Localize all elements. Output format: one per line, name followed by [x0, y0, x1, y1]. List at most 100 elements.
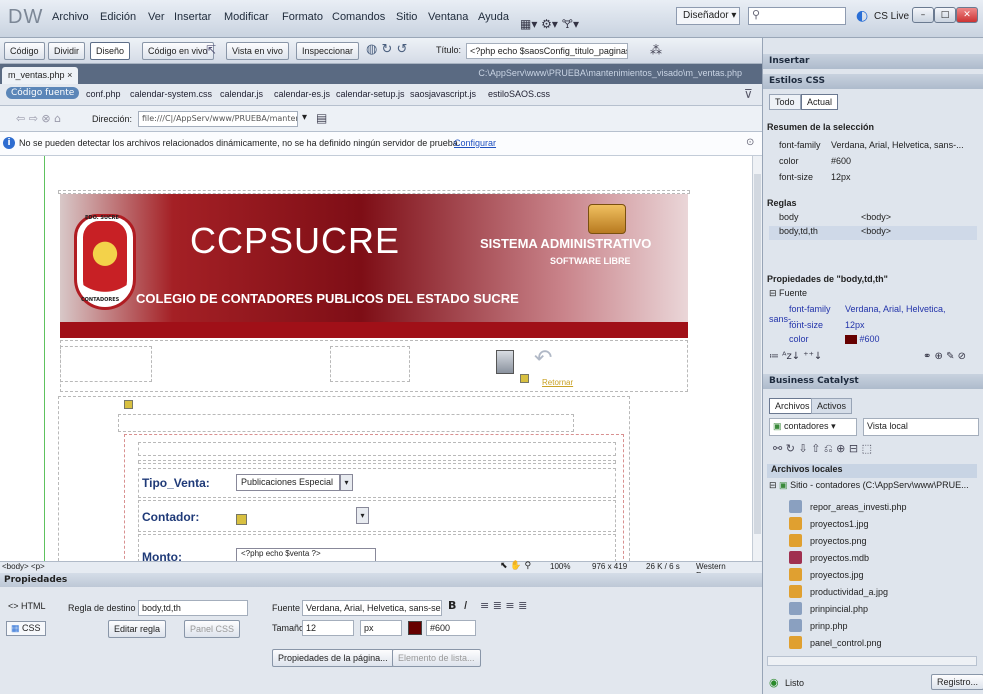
- html-mode-button[interactable]: <> HTML: [8, 601, 46, 611]
- horizontal-scrollbar[interactable]: [767, 656, 977, 666]
- menu-modificar[interactable]: Modificar: [224, 11, 269, 23]
- insert-panel-header[interactable]: Insertar: [763, 54, 983, 69]
- file-item[interactable]: proyectos.mdb: [789, 549, 869, 566]
- split-view-button[interactable]: Dividir: [48, 42, 86, 60]
- css-styles-header[interactable]: Estilos CSS: [763, 74, 983, 89]
- inspect-button[interactable]: Inspeccionar: [296, 42, 360, 60]
- css-panel-button[interactable]: Panel CSS: [184, 620, 241, 638]
- tab-current[interactable]: Actual: [801, 94, 839, 110]
- page-properties-button[interactable]: Propiedades de la página...: [272, 649, 394, 667]
- live-view-button[interactable]: Vista en vivo: [226, 42, 289, 60]
- address-input[interactable]: file:///C|/AppServ/www/PRUEBA/mantenimie…: [138, 111, 298, 127]
- filter-icon[interactable]: ⊽: [744, 87, 753, 101]
- design-view[interactable]: EDO. SUCRE CONTADORES CCPSUCRE COLEGIO D…: [0, 156, 752, 561]
- file-toolbar-icons[interactable]: ⚯ ↻ ⇩ ⇧ ⎌ ⊕ ⊟ ⬚: [773, 442, 872, 456]
- related-file[interactable]: calendar-es.js: [274, 89, 330, 99]
- close-tab-icon[interactable]: ×: [67, 70, 72, 80]
- chevron-down-icon[interactable]: ▾: [356, 507, 369, 524]
- summary-row[interactable]: font-size 12px: [769, 172, 977, 186]
- menu-ver[interactable]: Ver: [148, 11, 165, 23]
- browse-icon[interactable]: ▤: [316, 111, 327, 125]
- tab-files[interactable]: Archivos: [769, 398, 816, 414]
- related-file[interactable]: calendar.js: [220, 89, 263, 99]
- summary-row[interactable]: font-family Verdana, Arial, Helvetica, sa…: [769, 140, 977, 154]
- color-input[interactable]: #600: [426, 620, 476, 636]
- view-toggle-icons[interactable]: ≔ ᴬz↓ ⁺⁺↓: [769, 351, 822, 362]
- scroll-thumb[interactable]: [754, 174, 761, 534]
- italic-button[interactable]: I: [464, 599, 467, 612]
- file-item[interactable]: proyectos.png: [789, 532, 867, 549]
- menu-formato[interactable]: Formato: [282, 11, 323, 23]
- title-input[interactable]: <?php echo $saosConfig_titulo_paginas ?>: [466, 43, 628, 59]
- tipo-venta-select[interactable]: Publicaciones Especial: [236, 474, 340, 491]
- globe-icon[interactable]: ◍ ↻ ↺: [366, 42, 407, 57]
- layout-icon[interactable]: ▦▾ ⚙▾ 🝖▾: [520, 10, 579, 35]
- file-item[interactable]: repor_areas_investi.php: [789, 498, 907, 515]
- menu-sitio[interactable]: Sitio: [396, 11, 417, 23]
- list-item-button[interactable]: Elemento de lista...: [392, 649, 481, 667]
- source-code-badge[interactable]: Código fuente: [6, 87, 80, 99]
- zoom-level[interactable]: 100%: [550, 562, 570, 571]
- file-item[interactable]: panel_control.png: [789, 634, 882, 651]
- local-files-header[interactable]: Archivos locales: [767, 464, 977, 478]
- close-button[interactable]: ✕: [956, 7, 978, 23]
- close-info-icon[interactable]: ⊙: [746, 137, 754, 148]
- rule-row[interactable]: body <body>: [769, 212, 977, 226]
- configure-link[interactable]: Configurar: [454, 138, 496, 148]
- style-action-icons[interactable]: ⚭ ⊕ ✎ ⊘: [923, 351, 966, 362]
- related-file[interactable]: calendar-setup.js: [336, 89, 405, 99]
- font-select[interactable]: Verdana, Arial, Helvetica, sans-se: [302, 600, 442, 616]
- related-file[interactable]: estiloSAOS.css: [488, 89, 550, 99]
- design-view-button[interactable]: Diseño: [90, 42, 131, 60]
- select-tool-icon[interactable]: ⬉ ✋ ⚲: [500, 561, 531, 571]
- tab-all[interactable]: Todo: [769, 94, 801, 110]
- return-arrow-icon[interactable]: ↶: [534, 346, 552, 371]
- align-icons[interactable]: ≡ ≣ ≡ ≣: [480, 599, 527, 612]
- file-item[interactable]: prinp.php: [789, 617, 848, 634]
- size-select[interactable]: 12: [302, 620, 354, 636]
- tab-assets[interactable]: Activos: [811, 398, 853, 414]
- rule-row[interactable]: body,td,th <body>: [769, 226, 977, 240]
- code-view-button[interactable]: Código: [4, 42, 45, 60]
- vertical-scrollbar[interactable]: [752, 156, 762, 561]
- menu-ventana[interactable]: Ventana: [428, 11, 468, 23]
- minimize-button[interactable]: –: [912, 7, 934, 23]
- menu-edicion[interactable]: Edición: [100, 11, 136, 23]
- menu-archivo[interactable]: Archivo: [52, 11, 89, 23]
- menu-insertar[interactable]: Insertar: [174, 11, 211, 23]
- edit-rule-button[interactable]: Editar regla: [108, 620, 167, 638]
- file-item[interactable]: proyectos.jpg: [789, 566, 864, 583]
- menu-ayuda[interactable]: Ayuda: [478, 11, 509, 23]
- business-catalyst-header[interactable]: Business Catalyst: [763, 374, 983, 389]
- workspace-select[interactable]: Diseñador ▾: [676, 7, 740, 25]
- chevron-down-icon[interactable]: ▾: [340, 474, 353, 491]
- address-dropdown-icon[interactable]: ▾: [302, 112, 307, 123]
- tag-selector[interactable]: <body> <p>: [2, 562, 45, 571]
- live-code-icon[interactable]: ⇱: [206, 43, 216, 57]
- log-button[interactable]: Registro...: [931, 674, 983, 690]
- menu-comandos[interactable]: Comandos: [332, 11, 385, 23]
- css-mode-button[interactable]: ▦ CSS: [6, 621, 46, 636]
- site-root-node[interactable]: ⊟ ▣ Sitio - contadores (C:\AppServ\www\P…: [769, 480, 969, 491]
- summary-row[interactable]: color #600: [769, 156, 977, 170]
- maximize-button[interactable]: □: [934, 7, 956, 23]
- related-file[interactable]: saosjavascript.js: [410, 89, 476, 99]
- file-item[interactable]: prinpincial.php: [789, 600, 868, 617]
- view-select[interactable]: Vista local: [863, 418, 979, 436]
- search-input[interactable]: ⚲: [748, 7, 846, 25]
- monto-input[interactable]: <?php echo $venta ?>: [236, 548, 376, 561]
- properties-header[interactable]: Propiedades: [0, 573, 762, 587]
- save-disk-icon[interactable]: [496, 350, 514, 374]
- tab-m-ventas[interactable]: m_ventas.php ×: [2, 67, 79, 84]
- unit-select[interactable]: px: [360, 620, 402, 636]
- return-link[interactable]: Retornar: [542, 378, 573, 387]
- window-size[interactable]: 976 x 419: [592, 562, 627, 571]
- prop-row[interactable]: font-family Verdana, Arial, Helvetica, sa…: [769, 304, 977, 324]
- prop-row[interactable]: color #600: [769, 334, 977, 348]
- cslive-label[interactable]: CS Live: [874, 11, 909, 22]
- related-file[interactable]: calendar-system.css: [130, 89, 212, 99]
- site-select[interactable]: ▣ contadores ▾: [769, 418, 857, 436]
- bold-button[interactable]: B: [448, 599, 456, 612]
- file-item[interactable]: productividad_a.jpg: [789, 583, 888, 600]
- related-file[interactable]: conf.php: [86, 89, 121, 99]
